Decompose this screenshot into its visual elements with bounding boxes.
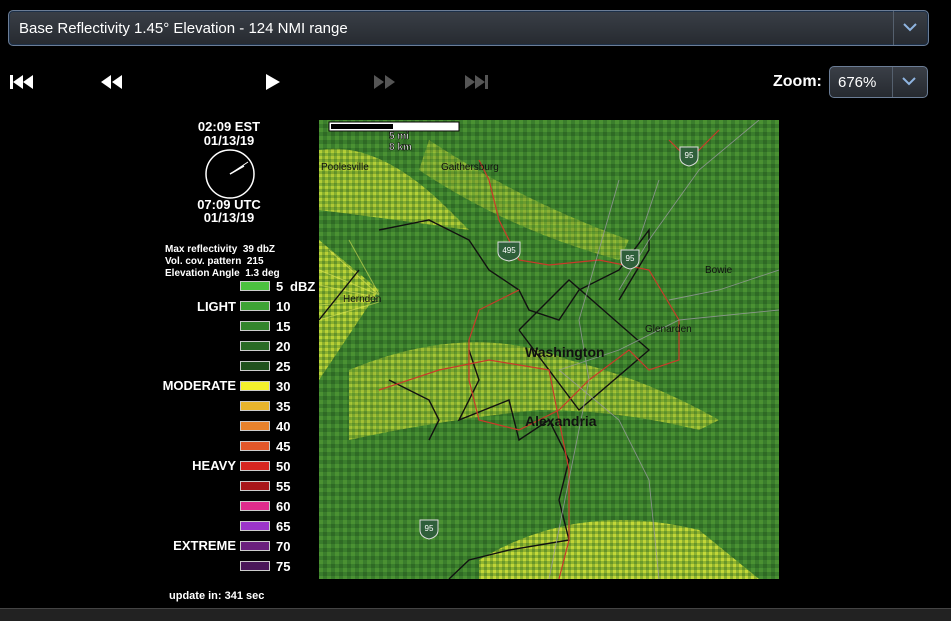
legend-swatch — [240, 401, 270, 411]
legend-swatch — [240, 441, 270, 451]
legend-swatch — [240, 341, 270, 351]
scale-bar — [328, 121, 460, 132]
interstate-shield: 495 — [497, 241, 521, 262]
skip-to-last-icon — [465, 75, 488, 89]
elevation-angle: Elevation Angle 1.3 deg — [165, 268, 280, 279]
chevron-down-icon — [902, 77, 916, 86]
zoom-value: 676% — [838, 74, 877, 91]
scale-mi-label: 5 mi — [389, 131, 409, 142]
legend-value: 25 — [276, 359, 291, 374]
rewind-icon — [101, 75, 122, 89]
legend-swatch — [240, 361, 270, 371]
interstate-shield: 95 — [679, 146, 699, 167]
highway-label-95-east: 95 — [626, 254, 635, 263]
step-back-button[interactable] — [96, 70, 126, 94]
local-date: 01/13/19 — [203, 133, 255, 148]
zoom-dropdown-button[interactable] — [892, 67, 927, 97]
legend-unit: dBZ — [290, 279, 316, 294]
legend-category-heavy: HEAVY — [192, 458, 236, 473]
legend-value: 30 — [276, 379, 291, 394]
highway-label-95-north: 95 — [685, 151, 694, 160]
interstate-shield: 95 — [620, 249, 640, 270]
product-select[interactable]: Base Reflectivity 1.45° Elevation - 124 … — [8, 10, 929, 46]
legend-swatch — [240, 521, 270, 531]
legend-swatch — [240, 281, 270, 291]
legend-swatch — [240, 421, 270, 431]
bottom-scrollbar[interactable] — [0, 608, 951, 621]
legend-value: 10 — [276, 299, 291, 314]
play-icon — [266, 74, 280, 90]
legend-category-light: LIGHT — [197, 299, 236, 314]
legend-swatch — [240, 481, 270, 491]
place-bowie: Bowie — [705, 265, 733, 276]
place-alexandria: Alexandria — [525, 413, 597, 429]
place-glenarden: Glenarden — [645, 324, 692, 335]
vol-cov-pattern: Vol. cov. pattern 215 — [165, 256, 264, 267]
legend-swatch — [240, 381, 270, 391]
legend-value: 65 — [276, 519, 291, 534]
legend-value: 50 — [276, 459, 291, 474]
zoom-label: Zoom: — [773, 73, 822, 90]
legend-swatch — [240, 501, 270, 511]
chevron-down-icon — [903, 23, 917, 32]
utc-date: 01/13/19 — [203, 210, 255, 225]
place-poolesville: Poolesville — [321, 162, 369, 173]
play-button[interactable] — [257, 70, 287, 94]
legend-value: 20 — [276, 339, 291, 354]
legend-value: 75 — [276, 559, 291, 574]
local-time: 02:09 EST — [197, 119, 261, 134]
interstate-shield: 95 — [419, 519, 439, 540]
step-forward-button[interactable] — [370, 70, 400, 94]
product-dropdown-button[interactable] — [893, 11, 928, 45]
skip-first-button[interactable] — [6, 70, 36, 94]
legend-value: 45 — [276, 439, 291, 454]
legend-swatch — [240, 461, 270, 471]
place-herndon: Herndon — [343, 294, 381, 305]
legend-value: 40 — [276, 419, 291, 434]
clock-icon — [205, 149, 255, 199]
skip-last-button[interactable] — [462, 70, 492, 94]
legend-value: 5 — [276, 279, 284, 294]
update-countdown: update in: 341 sec — [169, 590, 265, 602]
legend-value: 35 — [276, 399, 291, 414]
legend-value: 55 — [276, 479, 291, 494]
legend-swatch — [240, 561, 270, 571]
zoom-select[interactable]: 676% — [829, 66, 928, 98]
legend-value: 60 — [276, 499, 291, 514]
product-select-label: Base Reflectivity 1.45° Elevation - 124 … — [19, 20, 348, 37]
scale-km-label: 8 km — [389, 142, 412, 153]
max-reflectivity: Max reflectivity 39 dbZ — [165, 244, 276, 255]
legend-swatch — [240, 301, 270, 311]
legend-swatch — [240, 541, 270, 551]
legend-value: 70 — [276, 539, 291, 554]
skip-to-first-icon — [10, 75, 33, 89]
legend-value: 15 — [276, 319, 291, 334]
radar-info: Max reflectivity 39 dbZ Vol. cov. pattern… — [165, 244, 280, 280]
legend-category-moderate: MODERATE — [162, 378, 236, 393]
highway-label-495: 495 — [502, 246, 516, 255]
fast-forward-icon — [374, 75, 395, 89]
highway-label-95-south: 95 — [425, 524, 434, 533]
legend-category-extreme: EXTREME — [173, 538, 236, 553]
place-gaithersburg: Gaithersburg — [441, 162, 499, 173]
place-washington: Washington — [525, 344, 605, 360]
legend-swatch — [240, 321, 270, 331]
radar-map[interactable]: 5 mi 8 km Poolesville Gaithersburg Bowie… — [319, 120, 779, 579]
